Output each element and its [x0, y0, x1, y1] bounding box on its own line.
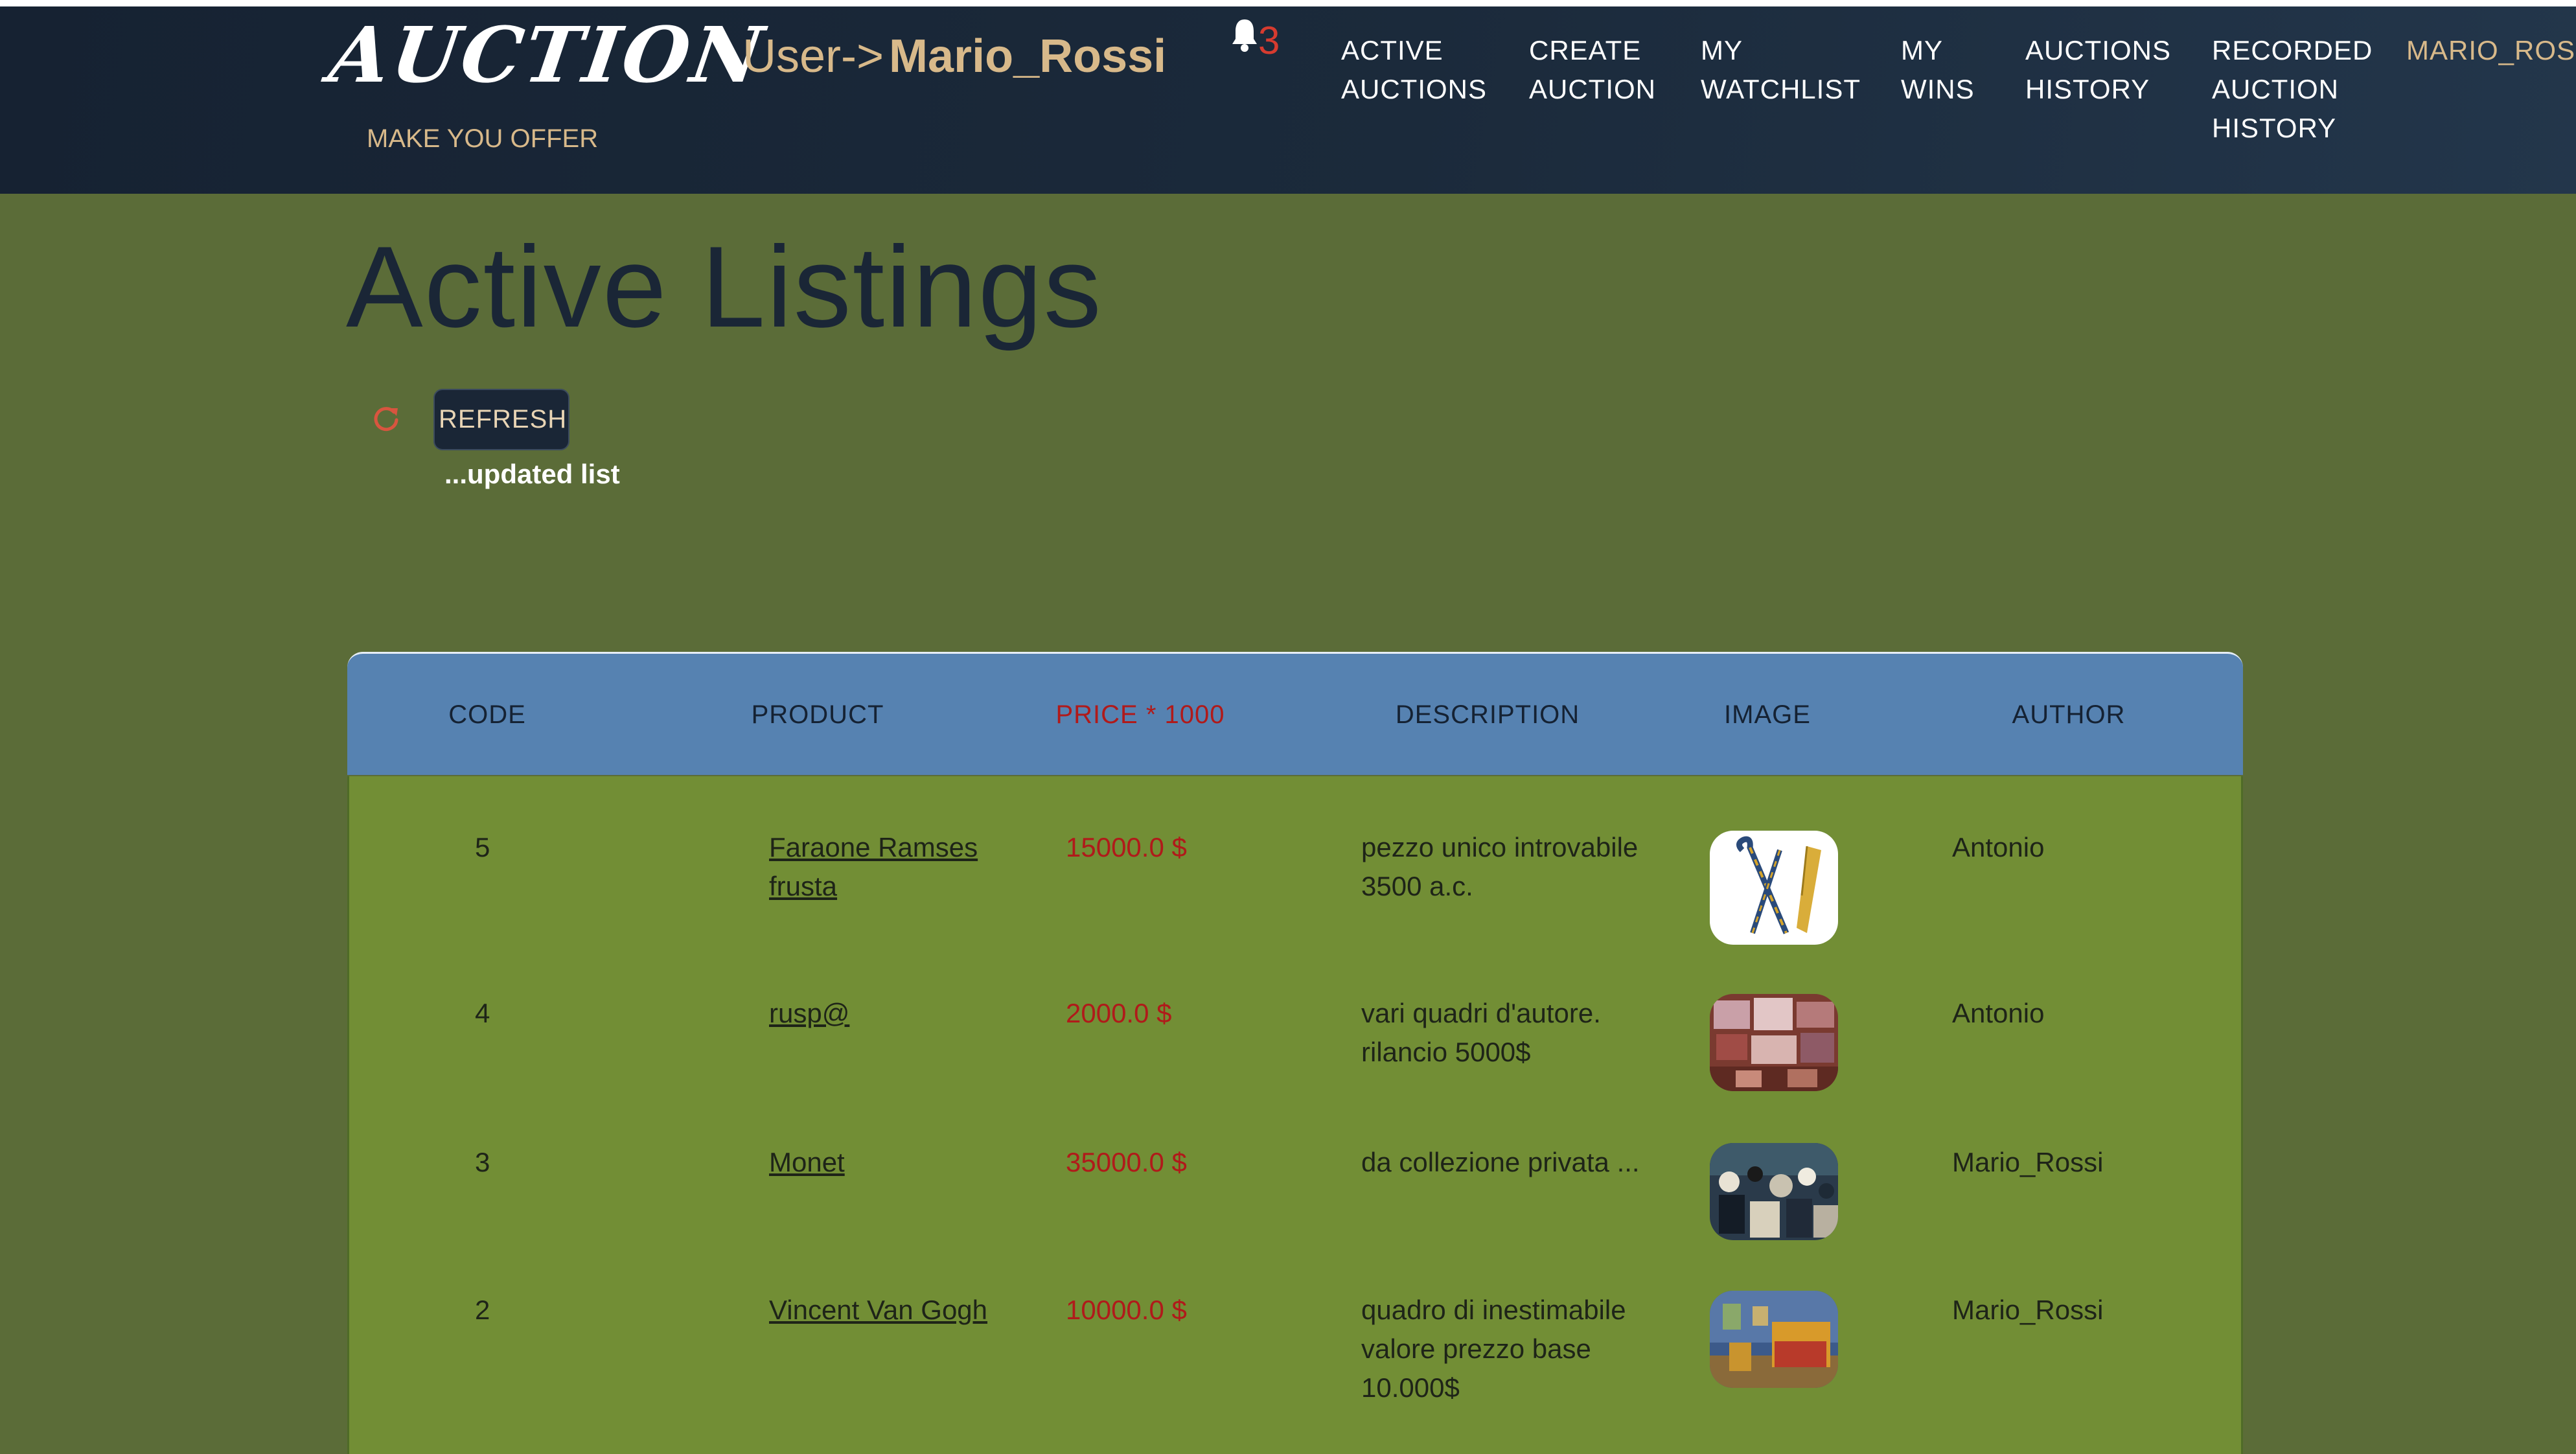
cell-author: Antonio: [1952, 832, 2045, 862]
nav-label: MY: [1901, 35, 1943, 65]
nav-label: RECORDED: [2212, 35, 2373, 65]
cell-product: rusp@: [769, 994, 1015, 1033]
brand-logo[interactable]: AUCTION: [323, 6, 771, 104]
cell-author: Mario_Rossi: [1952, 1147, 2104, 1177]
column-header-description: DESCRIPTION: [1395, 700, 1580, 729]
nav-label: AUCTION: [1529, 74, 1656, 104]
notification-count: 3: [1258, 19, 1280, 62]
listings-table-body: 5 Faraone Ramses frusta 15000.0 $ pezzo …: [347, 776, 2243, 1454]
table-header: CODE PRODUCT PRICE * 1000 DESCRIPTION IM…: [347, 652, 2243, 775]
nav-create-auction[interactable]: CREATE AUCTION: [1529, 31, 1656, 109]
nav-label: WINS: [1901, 74, 1975, 104]
cell-price: 10000.0 $: [1066, 1295, 1187, 1325]
product-image-crowd-painting[interactable]: [1710, 1143, 1838, 1240]
cell-price: 35000.0 $: [1066, 1147, 1187, 1177]
nav-label: ACTIVE: [1341, 35, 1443, 65]
refresh-note: ...updated list: [444, 459, 620, 489]
user-name: Mario_Rossi: [889, 30, 1167, 82]
cell-description: pezzo unico introvabile 3500 a.c.: [1361, 832, 1639, 901]
nav-label: WATCHLIST: [1701, 74, 1861, 104]
nav-label: AUCTION: [2212, 74, 2339, 104]
nav-label: HISTORY: [2025, 74, 2150, 104]
nav-my-watchlist[interactable]: MY WATCHLIST: [1701, 31, 1861, 109]
nav-recorded-auction-history[interactable]: RECORDED AUCTION HISTORY: [2212, 31, 2373, 148]
current-user: User-> Mario_Rossi: [742, 30, 1166, 83]
nav-label: HISTORY: [2212, 113, 2337, 143]
top-border: [0, 0, 2576, 6]
cell-product: Vincent Van Gogh: [769, 1291, 1015, 1330]
cell-author: Antonio: [1952, 998, 2045, 1028]
cell-description: da collezione privata ...: [1361, 1147, 1640, 1177]
page-title: Active Listings: [346, 222, 1103, 351]
nav-label: AUCTIONS: [1341, 74, 1488, 104]
table-row: 3 Monet 35000.0 $ da collezione privata …: [349, 1143, 2241, 1260]
cell-product: Monet: [769, 1143, 1015, 1182]
cell-code: 5: [475, 832, 490, 862]
cell-author: Mario_Rossi: [1952, 1295, 2104, 1325]
cell-price: 15000.0 $: [1066, 832, 1187, 862]
user-label: User->: [742, 30, 884, 82]
nav-auctions-history[interactable]: AUCTIONS HISTORY: [2025, 31, 2171, 109]
column-header-image: IMAGE: [1724, 700, 1811, 729]
cell-code: 3: [475, 1147, 490, 1177]
table-row: 2 Vincent Van Gogh 10000.0 $ quadro di i…: [349, 1291, 2241, 1433]
bell-icon: [1232, 19, 1257, 52]
column-header-author: AUTHOR: [2012, 700, 2126, 729]
column-header-price: PRICE * 1000: [1055, 700, 1225, 729]
product-link[interactable]: Monet: [769, 1147, 845, 1177]
nav-label: MY: [1701, 35, 1743, 65]
tagline: MAKE YOU OFFER: [367, 124, 599, 153]
notifications-button[interactable]: 3: [1230, 12, 1307, 70]
nav-user-menu[interactable]: MARIO_ROSSI: [2406, 31, 2576, 70]
cell-product: Faraone Ramses frusta: [769, 828, 1015, 906]
product-link[interactable]: Faraone Ramses frusta: [769, 832, 978, 901]
cell-description: quadro di inestimabile valore prezzo bas…: [1361, 1295, 1626, 1403]
cell-code: 4: [475, 998, 490, 1028]
cell-price: 2000.0 $: [1066, 998, 1172, 1028]
nav-label: CREATE: [1529, 35, 1642, 65]
nav-my-wins[interactable]: MY WINS: [1901, 31, 1975, 109]
nav-active-auctions[interactable]: ACTIVE AUCTIONS: [1341, 31, 1487, 109]
refresh-button[interactable]: REFRESH: [433, 389, 569, 450]
column-header-product: PRODUCT: [751, 700, 884, 729]
product-link[interactable]: rusp@: [769, 998, 849, 1028]
nav-label: AUCTIONS: [2025, 35, 2172, 65]
header-bar: AUCTION User-> Mario_Rossi MAKE YOU OFFER…: [0, 6, 2576, 194]
cell-description: vari quadri d'autore. rilancio 5000$: [1361, 998, 1601, 1067]
product-image-crook-and-flail[interactable]: [1710, 831, 1838, 945]
cell-code: 2: [475, 1295, 490, 1325]
product-link[interactable]: Vincent Van Gogh: [769, 1295, 987, 1325]
product-image-paintings-collage[interactable]: [1710, 994, 1838, 1091]
table-row: 5 Faraone Ramses frusta 15000.0 $ pezzo …: [349, 828, 2241, 958]
table-row: 4 rusp@ 2000.0 $ vari quadri d'autore. r…: [349, 994, 2241, 1111]
product-image-bedroom-painting[interactable]: [1710, 1291, 1838, 1388]
column-header-code: CODE: [448, 700, 526, 729]
refresh-icon[interactable]: [371, 403, 402, 434]
